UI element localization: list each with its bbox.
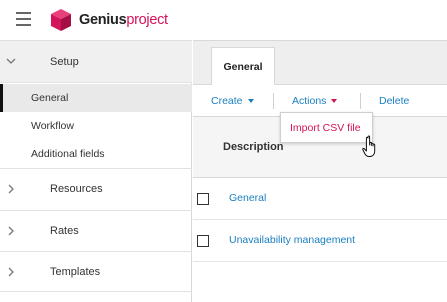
delete-button[interactable]: Delete bbox=[379, 85, 409, 116]
sidebar-section-label: Setup bbox=[50, 55, 79, 68]
toolbar-divider bbox=[360, 93, 361, 109]
table-row: Unavailability management bbox=[193, 220, 447, 262]
actions-dropdown-menu: Import CSV file bbox=[280, 112, 373, 143]
tab-general[interactable]: General bbox=[211, 47, 275, 86]
caret-down-icon bbox=[331, 99, 338, 103]
sidebar-item-additional-fields[interactable]: Additional fields bbox=[0, 140, 192, 168]
sidebar-section-rates[interactable]: Rates bbox=[0, 210, 192, 251]
chevron-right-icon bbox=[8, 267, 14, 277]
create-button-label: Create bbox=[211, 94, 243, 107]
actions-button-label: Actions bbox=[292, 94, 327, 107]
sidebar-section-label: Rates bbox=[50, 225, 79, 237]
row-description-link[interactable]: Unavailability management bbox=[229, 234, 355, 246]
caret-down-icon bbox=[247, 99, 254, 103]
row-checkbox[interactable] bbox=[197, 193, 209, 205]
sidebar-section-templates[interactable]: Templates bbox=[0, 251, 192, 292]
main-content: General Create Actions Delete Descriptio… bbox=[193, 0, 447, 302]
column-header-description[interactable]: Description bbox=[223, 141, 284, 153]
main-header bbox=[193, 0, 447, 41]
menu-item-import-csv[interactable]: Import CSV file bbox=[290, 122, 361, 134]
sidebar-section-setup[interactable]: Setup bbox=[0, 41, 192, 83]
logo-text: Geniusproject bbox=[79, 12, 168, 28]
sidebar: Geniusproject Setup General Workflow Add… bbox=[0, 0, 192, 302]
sidebar-header: Geniusproject bbox=[0, 0, 192, 41]
chevron-down-icon bbox=[6, 58, 16, 64]
chevron-right-icon bbox=[8, 226, 14, 236]
table-row: General bbox=[193, 178, 447, 220]
sidebar-item-workflow[interactable]: Workflow bbox=[0, 112, 192, 140]
sidebar-item-general[interactable]: General bbox=[0, 84, 192, 112]
tab-bar: General bbox=[193, 41, 447, 86]
sidebar-section-resources[interactable]: Resources bbox=[0, 168, 192, 209]
toolbar-divider bbox=[273, 93, 274, 109]
sidebar-section-label: Resources bbox=[50, 183, 103, 195]
row-checkbox[interactable] bbox=[197, 235, 209, 247]
row-description-link[interactable]: General bbox=[229, 192, 266, 204]
chevron-right-icon bbox=[8, 184, 14, 194]
create-button[interactable]: Create bbox=[211, 85, 254, 116]
logo[interactable]: Geniusproject bbox=[50, 8, 168, 32]
cube-logo-icon bbox=[51, 9, 71, 31]
logo-text-bold: Genius bbox=[79, 12, 127, 28]
sidebar-section-label: Templates bbox=[50, 265, 101, 278]
logo-text-light: project bbox=[126, 12, 168, 28]
hamburger-menu-icon[interactable] bbox=[16, 12, 31, 26]
